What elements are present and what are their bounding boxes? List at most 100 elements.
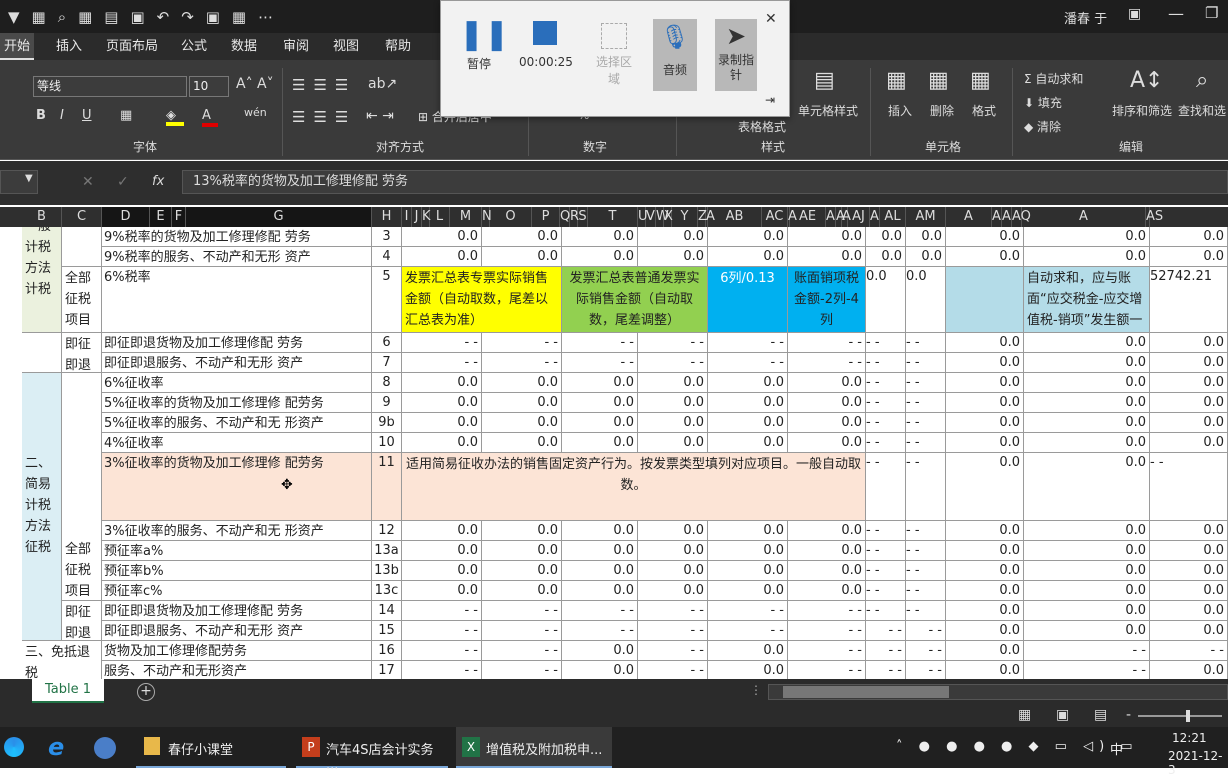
column-header[interactable]: K (422, 207, 431, 227)
row-label[interactable]: 3%征收率的货物及加工修理修 配劳务 (102, 453, 372, 521)
column-header[interactable]: A (992, 207, 1002, 227)
value-cell[interactable]: - - (788, 601, 866, 621)
font-color-icon[interactable]: A (202, 108, 218, 127)
value-cell[interactable]: - - (906, 661, 946, 679)
note-cell[interactable]: 自动求和，应与账面“应交税金-应交增值税-销项”发生额一致 (1024, 267, 1150, 333)
clock-time[interactable]: 12:21 (1172, 731, 1207, 745)
ime-indicator[interactable]: 中 (1110, 739, 1123, 758)
value-cell[interactable]: - - (866, 433, 906, 453)
value-cell[interactable]: 0.0 (402, 433, 482, 453)
value-cell[interactable]: 0.0 (1150, 413, 1228, 433)
value-cell[interactable]: - - (402, 601, 482, 621)
value-cell[interactable]: 0.0 (638, 581, 708, 601)
close-icon[interactable]: ✕ (765, 11, 777, 27)
value-cell[interactable]: - - (866, 661, 906, 679)
column-header[interactable]: N (482, 207, 492, 227)
value-cell[interactable]: - - (402, 353, 482, 373)
value-cell[interactable]: 0.0 (946, 413, 1024, 433)
value-cell[interactable]: 0.0 (708, 661, 788, 679)
insert-function-icon[interactable]: fx (152, 174, 164, 189)
value-cell[interactable]: - - (562, 601, 638, 621)
value-cell[interactable]: 0.0 (402, 373, 482, 393)
row-label[interactable]: 即征即退货物及加工修理修配 劳务 (102, 601, 372, 621)
value-cell[interactable]: - - (482, 333, 562, 353)
value-cell[interactable]: 0.0 (906, 227, 946, 247)
tab-view[interactable]: 视图 (326, 33, 366, 60)
value-cell[interactable]: 0.0 (1024, 413, 1150, 433)
row-number[interactable]: 6 (372, 333, 402, 353)
value-cell[interactable]: 0.0 (906, 267, 946, 333)
row-label[interactable]: 服务、不动产和无形资产 (102, 661, 372, 679)
taskbar-app-powerpoint[interactable]: P 汽车4S店会计实务 ... (296, 727, 448, 773)
value-cell[interactable]: 0.0 (1150, 661, 1228, 679)
column-header[interactable]: M (450, 207, 482, 227)
value-cell[interactable]: 0.0 (482, 581, 562, 601)
value-cell[interactable]: 0.0 (946, 661, 1024, 679)
column-header[interactable]: A (1022, 207, 1146, 227)
cancel-icon[interactable]: ✕ (82, 174, 94, 190)
note-cell[interactable]: 账面销项税金额-2列-4列 (788, 267, 866, 333)
spreadsheet-grid[interactable]: 一般计税方法计税二、简易计税方法征税三、免抵退税全部征税项目即征即退全部征税项目… (0, 227, 1228, 679)
value-cell[interactable]: 0.0 (482, 561, 562, 581)
row-label[interactable]: 即征即退货物及加工修理修配 劳务 (102, 333, 372, 353)
row-label[interactable]: 9%税率的货物及加工修理修配 劳务 (102, 227, 372, 247)
phonetic-icon[interactable]: wén (244, 106, 267, 119)
user-name[interactable]: 潘春 于 (1064, 8, 1107, 27)
value-cell[interactable]: - - (906, 561, 946, 581)
tab-insert[interactable]: 插入 (48, 33, 90, 60)
value-cell[interactable]: - - (788, 661, 866, 679)
column-header[interactable]: L (430, 207, 450, 227)
value-cell[interactable]: - - (708, 353, 788, 373)
select-area-button[interactable]: 选择区域 (591, 15, 637, 87)
section-label[interactable] (22, 333, 62, 373)
value-cell[interactable]: - - (482, 641, 562, 661)
value-cell[interactable]: - - (906, 373, 946, 393)
column-header[interactable]: A (1002, 207, 1012, 227)
tab-page-layout[interactable]: 页面布局 (100, 33, 164, 60)
value-cell[interactable]: 0.0 (1150, 247, 1228, 267)
taskbar-app-folder[interactable]: 春仔小课堂 (136, 727, 286, 768)
row-number[interactable]: 15 (372, 621, 402, 641)
value-cell[interactable]: 0.0 (402, 561, 482, 581)
tab-data[interactable]: 数据 (224, 33, 264, 60)
value-cell[interactable]: 0.0 (946, 453, 1024, 521)
name-box[interactable]: ▼ (0, 170, 38, 194)
column-header[interactable]: AL (880, 207, 906, 227)
column-header[interactable]: AQ (1012, 207, 1031, 227)
cell-style-button[interactable]: 单元格样式 (798, 102, 858, 119)
record-pointer-button[interactable]: ➤ 录制指针 (715, 19, 757, 91)
stop-button[interactable]: 00:00:25 (519, 15, 573, 69)
value-cell[interactable]: 0.0 (788, 373, 866, 393)
value-cell[interactable]: - - (1024, 641, 1150, 661)
taskbar-app-excel[interactable]: X 增值税及附加税申... (456, 727, 612, 768)
value-cell[interactable]: 0.0 (1024, 247, 1150, 267)
value-cell[interactable]: 0.0 (946, 541, 1024, 561)
value-cell[interactable]: 0.0 (562, 413, 638, 433)
value-cell[interactable]: 0.0 (946, 353, 1024, 373)
value-cell[interactable]: 0.0 (788, 227, 866, 247)
value-cell[interactable]: 0.0 (1150, 581, 1228, 601)
value-cell[interactable]: - - (906, 393, 946, 413)
value-cell[interactable]: 0.0 (482, 413, 562, 433)
row-number[interactable]: 4 (372, 247, 402, 267)
value-cell[interactable]: 0.0 (482, 227, 562, 247)
value-cell[interactable]: 0.0 (788, 561, 866, 581)
value-cell[interactable]: 0.0 (1150, 373, 1228, 393)
value-cell[interactable]: 0.0 (1024, 453, 1150, 521)
value-cell[interactable]: - - (866, 333, 906, 353)
column-header[interactable]: AC (762, 207, 788, 227)
column-header[interactable]: G (186, 207, 372, 227)
value-cell[interactable]: 0.0 (946, 641, 1024, 661)
row-label[interactable]: 预征率a% (102, 541, 372, 561)
insert-cells-button[interactable]: 插入 (888, 102, 912, 119)
row-number[interactable]: 11 (372, 453, 402, 521)
delete-cells-button[interactable]: 删除 (930, 102, 954, 119)
value-cell[interactable]: 0.0 (1150, 227, 1228, 247)
value-cell[interactable]: 0.0 (788, 581, 866, 601)
value-cell[interactable]: 0.0 (946, 601, 1024, 621)
value-cell[interactable]: 0.0 (788, 413, 866, 433)
row-label[interactable]: 货物及加工修理修配劳务 (102, 641, 372, 661)
value-cell[interactable]: 0.0 (946, 333, 1024, 353)
value-cell[interactable]: 0.0 (1024, 561, 1150, 581)
value-cell[interactable]: 0.0 (1150, 621, 1228, 641)
